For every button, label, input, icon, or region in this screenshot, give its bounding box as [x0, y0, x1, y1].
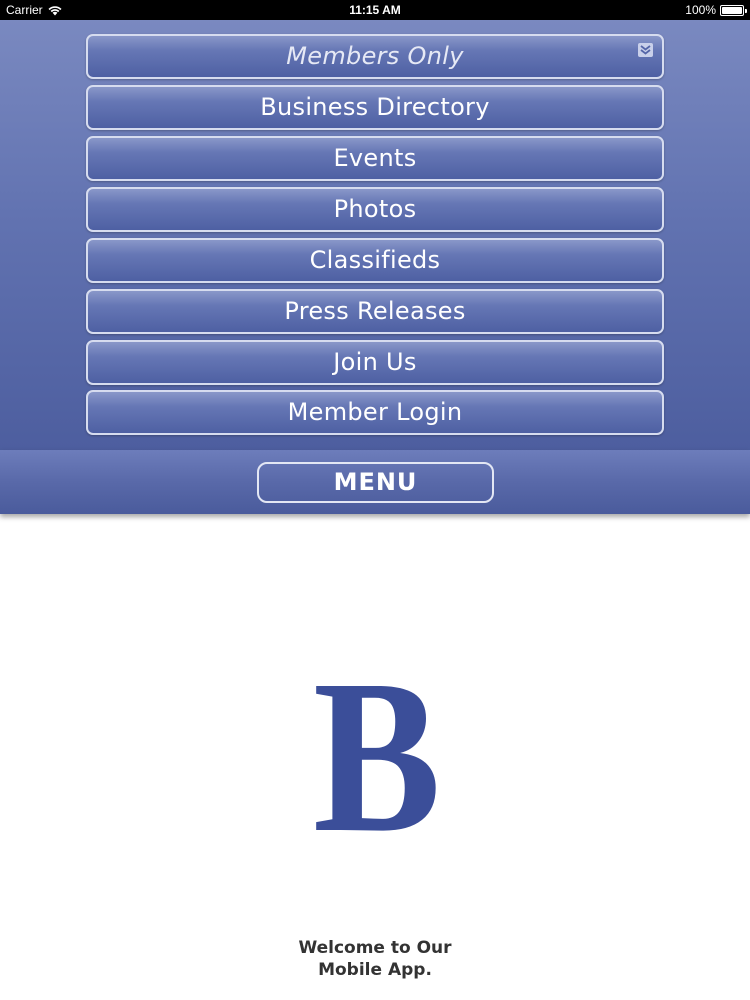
welcome-heading: Welcome to Our Mobile App. — [0, 937, 750, 981]
menu-item-label: Classifieds — [309, 246, 441, 274]
menu-item-classifieds[interactable]: Classifieds — [86, 238, 664, 283]
logo: B — [313, 668, 441, 838]
menu-item-label: Photos — [333, 195, 417, 223]
menu-bar: MENU — [0, 450, 750, 514]
status-bar: Carrier 11:15 AM 100% — [0, 0, 750, 20]
intro-text-clipped — [14, 991, 736, 1000]
menu-item-join-us[interactable]: Join Us — [86, 340, 664, 385]
menu-item-label: Join Us — [333, 348, 417, 376]
menu-item-events[interactable]: Events — [86, 136, 664, 181]
battery-percent: 100% — [685, 3, 716, 17]
members-only-label: Members Only — [286, 42, 464, 70]
menu-panel: Members Only Business Directory Events P… — [0, 20, 750, 450]
menu-item-member-login[interactable]: Member Login — [86, 390, 664, 435]
menu-toggle-button[interactable]: MENU — [257, 462, 494, 503]
members-only-dropdown[interactable]: Members Only — [86, 34, 664, 79]
menu-item-business-directory[interactable]: Business Directory — [86, 85, 664, 130]
menu-item-label: Business Directory — [260, 93, 490, 121]
menu-item-label: Events — [333, 144, 417, 172]
status-right: 100% — [685, 3, 747, 17]
menu-item-press-releases[interactable]: Press Releases — [86, 289, 664, 334]
menu-item-label: Press Releases — [284, 297, 466, 325]
welcome-line-1: Welcome to Our — [298, 938, 452, 958]
chevron-double-down-icon — [638, 43, 653, 57]
battery-icon — [720, 4, 747, 16]
battery-level — [722, 6, 742, 14]
status-time: 11:15 AM — [349, 3, 401, 17]
menu-item-label: Member Login — [287, 398, 463, 426]
menu-item-photos[interactable]: Photos — [86, 187, 664, 232]
logo-letter: B — [313, 668, 441, 838]
welcome-line-2: Mobile App. — [318, 960, 432, 980]
